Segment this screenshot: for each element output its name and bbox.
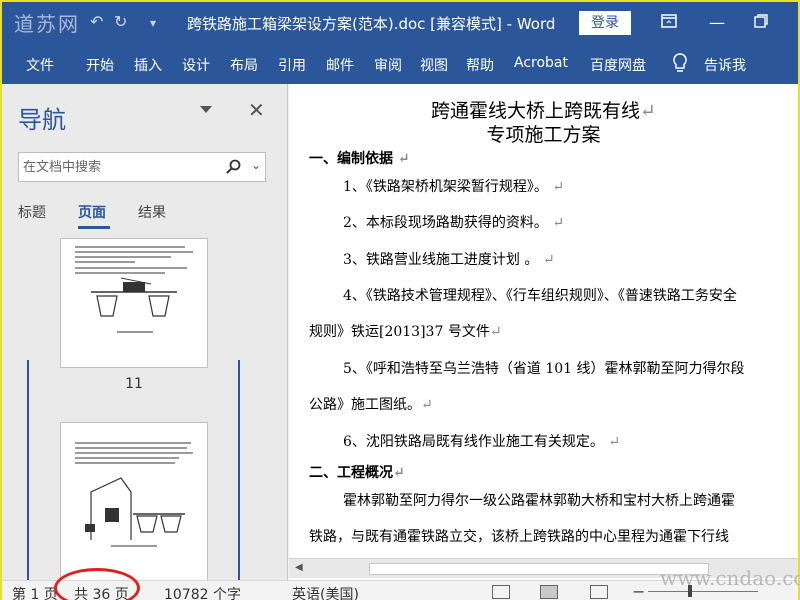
doc-title-line-1: 跨通霍线大桥上跨既有线↵ <box>431 100 656 122</box>
search-input[interactable] <box>19 153 209 181</box>
ribbon-tabs: 文件 开始 插入 设计 布局 引用 邮件 审阅 视图 帮助 Acrobat 百度… <box>2 44 798 84</box>
web-layout-icon[interactable] <box>590 585 608 599</box>
print-layout-icon[interactable] <box>540 585 558 599</box>
tab-layout[interactable]: 布局 <box>230 55 258 75</box>
tab-design[interactable]: 设计 <box>182 55 210 75</box>
tell-me-search[interactable]: 告诉我 <box>704 55 746 75</box>
site-watermark: www.cndao.com <box>660 566 800 590</box>
selection-line-left <box>27 360 29 580</box>
customize-toolbar-icon[interactable]: ▾ <box>150 16 156 30</box>
pane-options-dropdown-icon[interactable] <box>200 106 212 113</box>
zoom-slider[interactable] <box>648 591 758 592</box>
lightbulb-icon[interactable] <box>670 52 690 74</box>
tab-insert[interactable]: 插入 <box>134 55 162 75</box>
section-heading-1: 一、编制依据 ↵ <box>309 151 410 167</box>
undo-icon[interactable]: ↶ <box>90 12 103 31</box>
read-mode-icon[interactable] <box>492 585 510 599</box>
section-heading-2: 二、工程概况↵ <box>309 465 405 481</box>
page-thumbnail-12[interactable] <box>60 422 208 580</box>
page-thumbnails: 11 <box>2 234 288 580</box>
tab-mailings[interactable]: 邮件 <box>326 55 354 75</box>
highlight-annotation-circle <box>54 568 140 600</box>
page-number-11: 11 <box>125 376 143 392</box>
tab-review[interactable]: 审阅 <box>374 55 402 75</box>
doc-paragraph: 6、沈阳铁路局既有线作业施工有关规定。 ↵ <box>343 434 621 450</box>
tab-acrobat[interactable]: Acrobat <box>514 55 568 71</box>
tab-headings[interactable]: 标题 <box>18 202 46 222</box>
document-title: 跨铁路施工箱梁架设方案(范本).doc [兼容模式] - Word <box>187 15 556 33</box>
watermark-logo: 道苏网 <box>14 12 80 36</box>
tab-home[interactable]: 开始 <box>86 55 114 75</box>
title-bar: 道苏网 ↶ ↻ ▾ 跨铁路施工箱梁架设方案(范本).doc [兼容模式] - W… <box>2 2 798 44</box>
doc-title-line-2: 专项施工方案 <box>486 124 601 146</box>
document-canvas[interactable]: 跨通霍线大桥上跨既有线↵ 专项施工方案 一、编制依据 ↵ 1、《铁路架桥机架梁暂… <box>289 84 798 580</box>
scrollbar-thumb[interactable] <box>369 563 709 575</box>
search-icon[interactable] <box>225 159 241 175</box>
selection-line-right <box>238 360 240 580</box>
tab-pages[interactable]: 页面 <box>78 202 106 222</box>
doc-paragraph: 规则》铁运[2013]37 号文件↵ <box>309 324 502 340</box>
tab-file[interactable]: 文件 <box>26 55 54 75</box>
zoom-out-icon[interactable]: − <box>632 582 645 600</box>
navigation-title: 导航 <box>18 106 66 134</box>
language-indicator[interactable]: 英语(美国) <box>292 584 359 600</box>
doc-paragraph: 3、铁路营业线施工进度计划 。 ↵ <box>343 252 555 268</box>
word-count[interactable]: 10782 个字 <box>164 584 241 600</box>
doc-paragraph: 1、《铁路架桥机架梁暂行规程》。 ↵ <box>343 179 565 195</box>
page-indicator[interactable]: 第 1 页 <box>12 584 58 600</box>
login-button[interactable]: 登录 <box>579 11 631 35</box>
scroll-left-icon[interactable]: ◀ <box>295 562 303 573</box>
doc-paragraph: 霍林郭勒至阿力得尔一级公路霍林郭勒大桥和宝村大桥上跨通霍 <box>343 493 735 509</box>
box-girder-drawing <box>91 277 177 333</box>
navigation-pane: 导航 ✕ ⌄ 标题 页面 结果 <box>2 84 288 580</box>
tab-baidu-netdisk[interactable]: 百度网盘 <box>590 55 646 75</box>
restore-icon[interactable] <box>746 8 776 38</box>
doc-paragraph: 2、本标段现场路勘获得的资料。 ↵ <box>343 215 565 231</box>
doc-paragraph: 4、《铁路技术管理规程》、《行车组织规则》、《普速铁路工务安全 <box>343 288 737 304</box>
search-box: ⌄ <box>18 152 266 182</box>
active-tab-indicator <box>78 226 110 229</box>
doc-paragraph: 公路》施工图纸。↵ <box>309 397 433 413</box>
tab-view[interactable]: 视图 <box>420 55 448 75</box>
doc-paragraph: 铁路，与既有通霍铁路立交，该桥上跨铁路的中心里程为通霍下行线 <box>309 529 729 545</box>
chevron-down-icon[interactable]: ⌄ <box>251 158 261 172</box>
tab-results[interactable]: 结果 <box>138 202 166 222</box>
minimize-icon[interactable]: — <box>702 8 732 38</box>
tab-references[interactable]: 引用 <box>278 55 306 75</box>
ribbon-display-options-icon[interactable] <box>654 8 684 38</box>
redo-icon[interactable]: ↻ <box>114 12 127 31</box>
doc-paragraph: 5、《呼和浩特至乌兰浩特（省道 101 线）霍林郭勒至阿力得尔段 <box>343 361 745 377</box>
bridge-erection-drawing <box>85 477 185 547</box>
close-icon[interactable]: ✕ <box>248 98 265 122</box>
page-thumbnail-11[interactable] <box>60 238 208 368</box>
tab-help[interactable]: 帮助 <box>466 55 494 75</box>
